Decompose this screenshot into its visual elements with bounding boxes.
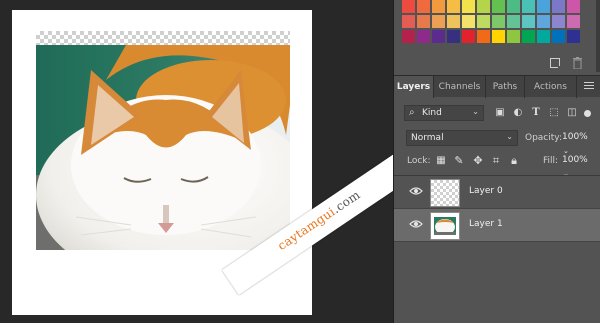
cat-photo <box>36 45 290 250</box>
chevron-down-icon: ⌄ <box>506 132 513 141</box>
layer-row-layer-1[interactable]: Layer 1 <box>394 209 600 242</box>
new-swatch-icon[interactable] <box>550 58 562 70</box>
lock-label: Lock: <box>407 156 431 166</box>
blend-mode-select[interactable]: Normal ⌄ <box>406 130 518 146</box>
color-swatch[interactable] <box>477 15 490 28</box>
color-swatch[interactable] <box>432 15 445 28</box>
swatch-grid <box>402 0 580 43</box>
document-canvas[interactable]: caytamgui.com <box>0 0 393 323</box>
lock-transparency-icon[interactable]: ▦ <box>435 154 447 167</box>
color-swatch[interactable] <box>417 15 430 28</box>
color-swatch[interactable] <box>552 15 565 28</box>
color-swatch[interactable] <box>552 30 565 43</box>
color-swatch[interactable] <box>462 30 475 43</box>
color-swatch[interactable] <box>432 30 445 43</box>
color-swatch[interactable] <box>567 15 580 28</box>
opacity-label: Opacity: <box>525 133 562 143</box>
color-swatch[interactable] <box>492 0 505 13</box>
color-swatch[interactable] <box>522 15 535 28</box>
smart-object-filter-icon[interactable]: ◫ <box>566 106 578 119</box>
watermark-tld: .com <box>329 187 363 217</box>
color-swatch[interactable] <box>447 0 460 13</box>
color-swatch[interactable] <box>462 0 475 13</box>
swatches-panel <box>394 0 600 72</box>
lock-image-pixels-icon[interactable]: ✎ <box>453 154 465 167</box>
color-swatch[interactable] <box>462 15 475 28</box>
layer-thumbnail <box>430 179 460 207</box>
color-swatch[interactable] <box>552 0 565 13</box>
search-icon: ⌕ <box>409 107 415 118</box>
tab-channels[interactable]: Channels <box>434 76 486 98</box>
adjustment-filter-icon[interactable]: ◐ <box>512 106 524 119</box>
color-swatch[interactable] <box>567 30 580 43</box>
color-swatch[interactable] <box>402 30 415 43</box>
color-swatch[interactable] <box>522 30 535 43</box>
color-swatch[interactable] <box>492 30 505 43</box>
layer-thumbnail <box>430 212 460 240</box>
color-swatch[interactable] <box>537 15 550 28</box>
layer-name[interactable]: Layer 0 <box>469 186 503 196</box>
blend-mode-value: Normal <box>411 133 444 143</box>
fill-value: 100% <box>562 155 588 165</box>
blend-row: Normal ⌄ Opacity: 100% ⌄ <box>394 129 600 155</box>
layers-panel: Layers Channels Paths Actions ⌕ Kind ⌄ ▣… <box>394 75 600 323</box>
type-filter-icon[interactable]: T <box>530 106 542 119</box>
swatches-footer <box>394 56 600 72</box>
panel-tab-bar: Layers Channels Paths Actions <box>394 75 600 98</box>
lock-all-icon[interactable]: 🔒︎ <box>508 154 520 167</box>
color-swatch[interactable] <box>537 0 550 13</box>
layer-filter-row: ⌕ Kind ⌄ ▣ ◐ T ⬚ ◫ <box>394 103 600 123</box>
tab-paths[interactable]: Paths <box>486 76 525 98</box>
tab-layers[interactable]: Layers <box>394 76 434 98</box>
kind-filter-label: Kind <box>422 108 442 118</box>
color-swatch[interactable] <box>507 30 520 43</box>
color-swatch[interactable] <box>537 30 550 43</box>
layer-name[interactable]: Layer 1 <box>469 219 503 229</box>
image-filter-icon[interactable]: ▣ <box>494 106 506 119</box>
fill-field[interactable]: 100% ⌄ <box>562 153 592 178</box>
eye-icon[interactable] <box>409 219 423 229</box>
color-swatch[interactable] <box>417 0 430 13</box>
eye-icon[interactable] <box>409 186 423 196</box>
chevron-down-icon: ⌄ <box>472 107 479 116</box>
color-swatch[interactable] <box>507 0 520 13</box>
trash-icon[interactable] <box>573 57 582 69</box>
color-swatch[interactable] <box>447 30 460 43</box>
tab-actions[interactable]: Actions <box>525 76 577 98</box>
lock-position-icon[interactable]: ✥ <box>472 154 484 167</box>
layer-row-layer-0[interactable]: Layer 0 <box>394 176 600 209</box>
color-swatch[interactable] <box>477 0 490 13</box>
color-swatch[interactable] <box>417 30 430 43</box>
fill-label: Fill: <box>543 156 559 166</box>
color-swatch[interactable] <box>402 15 415 28</box>
color-swatch[interactable] <box>492 15 505 28</box>
panel-menu-icon[interactable] <box>584 80 594 90</box>
color-swatch[interactable] <box>507 15 520 28</box>
transparent-area <box>36 31 290 45</box>
lock-row: Lock: ▦ ✎ ✥ ⌗ 🔒︎ Fill: 100% ⌄ <box>394 152 600 178</box>
color-swatch[interactable] <box>477 30 490 43</box>
artboard-lock-icon[interactable]: ⌗ <box>490 154 502 167</box>
opacity-value: 100% <box>562 132 588 142</box>
color-swatch[interactable] <box>447 15 460 28</box>
color-swatch[interactable] <box>402 0 415 13</box>
shape-filter-icon[interactable]: ⬚ <box>548 106 560 119</box>
color-swatch[interactable] <box>522 0 535 13</box>
right-panel-column: Layers Channels Paths Actions ⌕ Kind ⌄ ▣… <box>394 0 600 323</box>
filter-toggle-icon[interactable] <box>584 110 591 117</box>
kind-filter-select[interactable]: ⌕ Kind ⌄ <box>404 105 484 121</box>
color-swatch[interactable] <box>432 0 445 13</box>
opacity-field[interactable]: 100% ⌄ <box>562 130 592 155</box>
layer-list: Layer 0 Layer 1 <box>394 175 600 323</box>
color-swatch[interactable] <box>567 0 580 13</box>
